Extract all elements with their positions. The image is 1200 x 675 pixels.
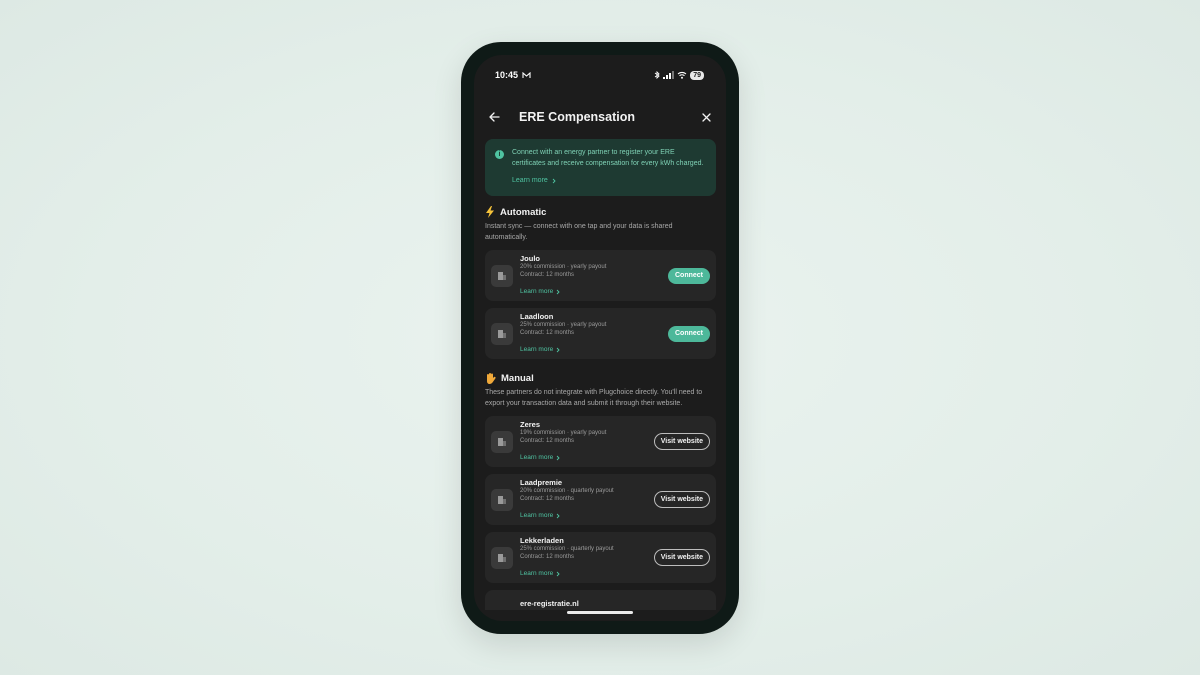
status-bar: 10:45 79 — [474, 55, 726, 95]
learn-more-label: Learn more — [512, 177, 548, 184]
chevron-right-icon — [556, 513, 560, 518]
status-icons: 79 — [654, 70, 704, 80]
hand-icon — [487, 373, 496, 384]
manual-description: These partners do not integrate with Plu… — [485, 389, 703, 407]
automatic-title: Automatic — [500, 206, 547, 218]
partner-contract: Contract: 12 months — [520, 496, 575, 502]
wifi-icon — [677, 71, 687, 79]
clock: 10:45 — [495, 70, 519, 80]
chevron-right-icon — [552, 178, 556, 183]
page-title: ERE Compensation — [519, 110, 635, 124]
partner-name: Laadloon — [520, 311, 554, 321]
partner-terms: 20% commission · yearly payout — [520, 263, 607, 270]
automatic-section-header: Automatic — [485, 206, 716, 218]
scroll-content[interactable]: i Connect with an energy partner to regi… — [485, 139, 716, 610]
partner-card: Laadloon 25% commission · yearly payout … — [485, 308, 716, 359]
partner-learn-more-link[interactable]: Learn more — [520, 287, 560, 297]
learn-more-label: Learn more — [520, 453, 554, 461]
mail-icon — [522, 71, 531, 78]
learn-more-label: Learn more — [520, 345, 554, 353]
chevron-right-icon — [556, 289, 560, 294]
lightning-icon — [486, 206, 494, 218]
top-bar: ERE Compensation — [474, 103, 726, 131]
partner-learn-more-link[interactable]: Learn more — [520, 453, 560, 463]
partner-name: Lekkerladen — [520, 535, 564, 545]
partner-name: Joulo — [520, 253, 540, 263]
partner-contract: Contract: 12 months — [520, 330, 575, 336]
learn-more-label: Learn more — [520, 287, 554, 295]
partner-learn-more-link[interactable]: Learn more — [520, 345, 560, 355]
partner-contract: Contract: 12 months — [520, 272, 575, 278]
partner-info: Laadloon 25% commission · yearly payout … — [520, 312, 668, 356]
building-icon — [491, 430, 513, 453]
manual-title: Manual — [501, 372, 534, 384]
status-time: 10:45 — [495, 70, 531, 80]
battery-level: 79 — [690, 70, 704, 80]
back-arrow-icon[interactable] — [486, 109, 502, 125]
chevron-right-icon — [556, 347, 560, 352]
partner-name: Laadpremie — [520, 477, 563, 487]
partner-card: Laadpremie 20% commission · quarterly pa… — [485, 474, 716, 525]
learn-more-label: Learn more — [520, 511, 554, 519]
partner-card-partial[interactable]: ere-registratie.nl — [485, 590, 716, 610]
connect-button[interactable]: Connect — [668, 267, 710, 284]
chevron-right-icon — [556, 571, 560, 576]
connect-button[interactable]: Connect — [668, 325, 710, 342]
visit-website-button[interactable]: Visit website — [653, 433, 710, 450]
manual-section-header: Manual — [485, 372, 716, 384]
partner-card: Joulo 20% commission · yearly payout Con… — [485, 250, 716, 301]
partner-terms: 25% commission · yearly payout — [520, 321, 607, 328]
partner-card: Lekkerladen 25% commission · quarterly p… — [485, 532, 716, 583]
building-icon — [491, 546, 513, 569]
info-text: Connect with an energy partner to regist… — [512, 149, 704, 167]
chevron-right-icon — [556, 455, 560, 460]
bluetooth-icon — [654, 71, 660, 79]
visit-website-button[interactable]: Visit website — [653, 491, 710, 508]
phone-frame: 10:45 79 ERE Compensation i Connect with… — [461, 42, 739, 634]
info-learn-more-link[interactable]: Learn more — [512, 177, 556, 184]
app-screen: 10:45 79 ERE Compensation i Connect with… — [474, 55, 726, 621]
partner-info: Lekkerladen 25% commission · quarterly p… — [520, 536, 654, 580]
signal-icon — [663, 71, 675, 79]
visit-website-button[interactable]: Visit website — [653, 549, 710, 566]
building-icon — [491, 264, 513, 287]
partner-terms: 19% commission · yearly payout — [520, 429, 607, 436]
learn-more-label: Learn more — [520, 569, 554, 577]
building-icon — [491, 322, 513, 345]
partner-name: Zeres — [520, 419, 541, 429]
partner-name: ere-registratie.nl — [520, 599, 579, 608]
info-icon: i — [495, 150, 504, 159]
automatic-description: Instant sync — connect with one tap and … — [485, 223, 673, 241]
partner-terms: 25% commission · quarterly payout — [520, 545, 614, 552]
partner-info: Laadpremie 20% commission · quarterly pa… — [520, 478, 654, 522]
partner-info: Zeres 19% commission · yearly payout Con… — [520, 420, 654, 464]
partner-contract: Contract: 12 months — [520, 554, 575, 560]
partner-learn-more-link[interactable]: Learn more — [520, 569, 560, 579]
partner-info: Joulo 20% commission · yearly payout Con… — [520, 254, 668, 298]
info-banner: i Connect with an energy partner to regi… — [485, 139, 716, 196]
building-icon — [491, 488, 513, 511]
partner-contract: Contract: 12 months — [520, 438, 575, 444]
partner-terms: 20% commission · quarterly payout — [520, 487, 614, 494]
partner-learn-more-link[interactable]: Learn more — [520, 511, 560, 521]
home-indicator[interactable] — [567, 611, 633, 614]
partner-card: Zeres 19% commission · yearly payout Con… — [485, 416, 716, 467]
close-icon[interactable] — [698, 109, 714, 125]
